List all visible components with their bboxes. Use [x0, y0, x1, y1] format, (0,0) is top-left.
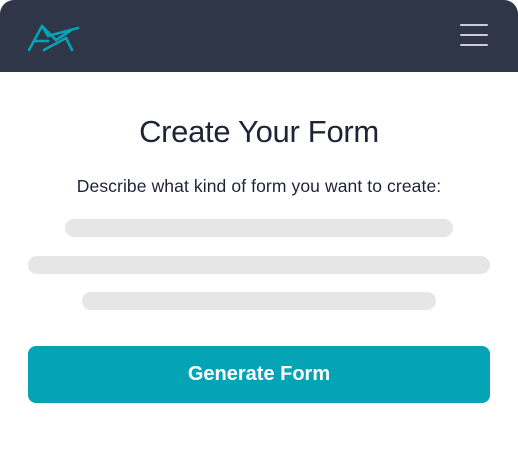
loading-placeholder-line [65, 219, 453, 237]
loading-placeholder-line [82, 292, 436, 310]
loading-placeholder-line [28, 256, 490, 274]
menu-bar-bottom [460, 44, 488, 46]
top-navigation-bar [0, 0, 518, 72]
grasshopper-logo-icon[interactable] [26, 20, 82, 54]
form-description-prompt: Describe what kind of form you want to c… [76, 176, 442, 196]
menu-bar-middle [460, 34, 488, 36]
page-title: Create Your Form [139, 114, 379, 149]
form-generator-panel: Create Your Form Describe what kind of f… [0, 0, 518, 450]
generate-form-button[interactable]: Generate Form [28, 346, 490, 403]
menu-bar-top [460, 24, 488, 26]
hamburger-menu-icon[interactable] [460, 20, 492, 50]
